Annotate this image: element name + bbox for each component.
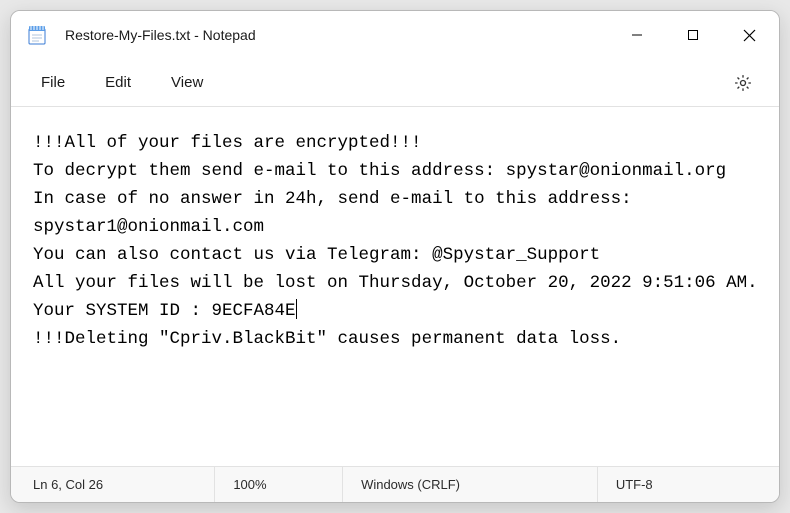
close-button[interactable] <box>721 11 777 59</box>
minimize-button[interactable] <box>609 11 665 59</box>
maximize-button[interactable] <box>665 11 721 59</box>
text-line: In case of no answer in 24h, send e-mail… <box>33 189 642 237</box>
text-line: !!!All of your files are encrypted!!! <box>33 133 422 153</box>
menu-file[interactable]: File <box>21 66 85 99</box>
notepad-icon <box>25 23 49 47</box>
settings-button[interactable] <box>725 65 761 101</box>
window-title: Restore-My-Files.txt - Notepad <box>65 27 609 43</box>
status-eol: Windows (CRLF) <box>343 467 598 502</box>
text-line: All your files will be lost on Thursday,… <box>33 273 758 293</box>
text-editor[interactable]: !!!All of your files are encrypted!!! To… <box>11 107 779 466</box>
status-position: Ln 6, Col 26 <box>11 467 215 502</box>
menu-view[interactable]: View <box>151 66 223 99</box>
window-controls <box>609 11 777 59</box>
menubar: File Edit View <box>11 59 779 107</box>
notepad-window: Restore-My-Files.txt - Notepad File Edit… <box>10 10 780 503</box>
text-line: You can also contact us via Telegram: @S… <box>33 245 600 265</box>
menu-edit[interactable]: Edit <box>85 66 151 99</box>
text-line: Your SYSTEM ID : 9ECFA84E <box>33 301 296 321</box>
text-caret <box>296 299 297 319</box>
statusbar: Ln 6, Col 26 100% Windows (CRLF) UTF-8 <box>11 466 779 502</box>
titlebar: Restore-My-Files.txt - Notepad <box>11 11 779 59</box>
status-encoding: UTF-8 <box>598 467 779 502</box>
text-line: To decrypt them send e-mail to this addr… <box>33 161 726 181</box>
status-zoom[interactable]: 100% <box>215 467 343 502</box>
text-line: !!!Deleting "Cpriv.BlackBit" causes perm… <box>33 329 621 349</box>
